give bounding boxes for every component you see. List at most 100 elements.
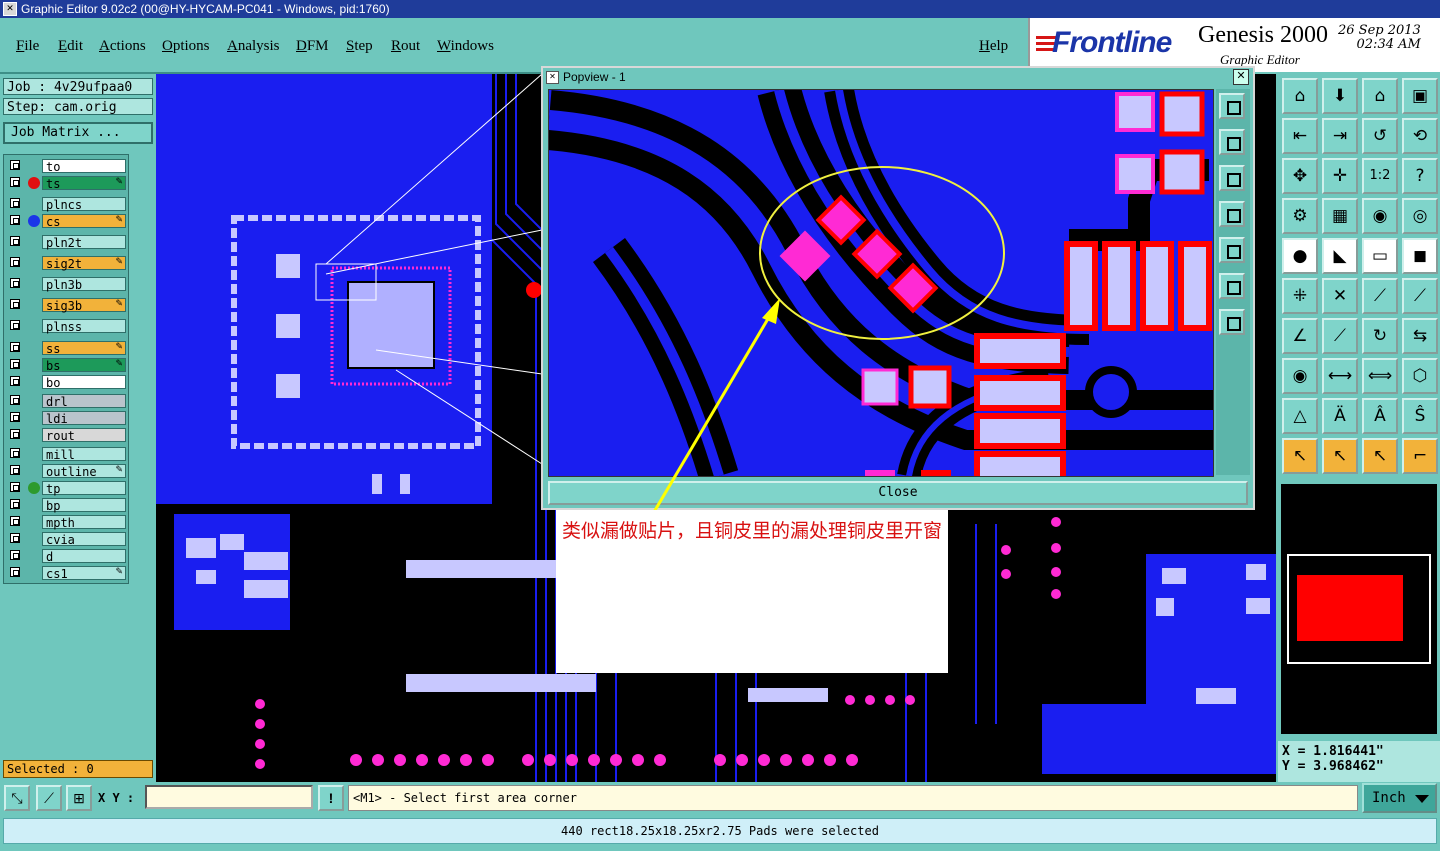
layer-name[interactable]: bp xyxy=(42,498,126,513)
layer-checkbox[interactable] xyxy=(10,299,20,309)
menu-analysis[interactable]: Analysis xyxy=(227,38,280,55)
layer-checkbox[interactable] xyxy=(10,499,20,509)
layer-name[interactable]: ss xyxy=(42,341,126,356)
layer-checkbox[interactable] xyxy=(10,198,20,208)
menu-help[interactable]: Help xyxy=(979,38,1008,55)
layer-row-bp[interactable]: bp xyxy=(8,498,126,513)
layer-row-d[interactable]: d xyxy=(8,549,126,564)
layer-checkbox[interactable] xyxy=(10,376,20,386)
layer-row-plnss[interactable]: plnss xyxy=(8,319,126,334)
route-icon[interactable]: ⌐ xyxy=(1402,438,1438,474)
layer-row-cvia[interactable]: cvia xyxy=(8,532,126,547)
layer-row-pln3b[interactable]: pln3b xyxy=(8,277,126,292)
layer-name[interactable]: plnss xyxy=(42,319,126,334)
layer-checkbox[interactable] xyxy=(10,465,20,475)
job-matrix-button[interactable]: Job Matrix ... xyxy=(3,122,153,144)
select-icon[interactable]: ↖ xyxy=(1322,438,1358,474)
popview-fit-icon[interactable] xyxy=(1219,273,1245,299)
layer-checkbox[interactable] xyxy=(10,482,20,492)
layer-checkbox[interactable] xyxy=(10,429,20,439)
measure-icon[interactable]: ⟋ xyxy=(36,785,62,811)
mirror-icon[interactable]: ⇆ xyxy=(1402,318,1438,354)
layer-row-sig3b[interactable]: sig3b ✎ xyxy=(8,298,126,313)
layer-row-tp[interactable]: tp xyxy=(8,481,126,496)
triangle-icon[interactable]: △ xyxy=(1282,398,1318,434)
popview-pan-left-icon[interactable] xyxy=(1219,201,1245,227)
transform-icon[interactable]: Ä xyxy=(1322,398,1358,434)
pointer-icon[interactable]: ↖ xyxy=(1282,438,1318,474)
layer-name[interactable]: to xyxy=(42,159,126,174)
popview-zoom-out-icon[interactable] xyxy=(1219,309,1245,335)
rotate-icon[interactable]: ↻ xyxy=(1362,318,1398,354)
layer-name[interactable]: bs xyxy=(42,358,126,373)
layer-row-outline[interactable]: outline ✎ xyxy=(8,464,126,479)
layer-checkbox[interactable] xyxy=(10,278,20,288)
layer-checkbox[interactable] xyxy=(10,160,20,170)
help-icon[interactable]: ? xyxy=(1402,158,1438,194)
pan-left-icon[interactable]: ⇤ xyxy=(1282,118,1318,154)
layer-name[interactable]: d xyxy=(42,549,126,564)
layer-row-to[interactable]: to xyxy=(8,159,126,174)
menu-dfm[interactable]: DFM xyxy=(296,38,329,55)
arc-icon[interactable]: ⟋ xyxy=(1362,278,1398,314)
menu-step[interactable]: Step xyxy=(346,38,373,55)
layer-name[interactable]: ts xyxy=(42,176,126,191)
home-icon[interactable]: ⌂ xyxy=(1282,78,1318,114)
layer-name[interactable]: bo xyxy=(42,375,126,390)
arc2-icon[interactable]: ⟋ xyxy=(1402,278,1438,314)
layer-checkbox[interactable] xyxy=(10,550,20,560)
layer-checkbox[interactable] xyxy=(10,395,20,405)
select2-icon[interactable]: ↖ xyxy=(1362,438,1398,474)
menu-file[interactable]: File xyxy=(16,38,39,55)
layer-name[interactable]: drl xyxy=(42,394,126,409)
layer-checkbox[interactable] xyxy=(10,257,20,267)
layer-checkbox[interactable] xyxy=(10,215,20,225)
surface-icon[interactable]: ◼ xyxy=(1402,238,1438,274)
layer-row-bo[interactable]: bo xyxy=(8,375,126,390)
popview-close-icon[interactable]: ✕ xyxy=(1233,69,1249,85)
layer-checkbox[interactable] xyxy=(10,533,20,543)
line-icon[interactable]: ◣ xyxy=(1322,238,1358,274)
layer-row-cs1[interactable]: cs1 ✎ xyxy=(8,566,126,581)
overview-preview[interactable] xyxy=(1281,484,1437,734)
layer-row-mpth[interactable]: mpth xyxy=(8,515,126,530)
stretch-icon[interactable]: ⟷ xyxy=(1322,358,1358,394)
popview-pan-down-icon[interactable] xyxy=(1219,165,1245,191)
alert-icon[interactable]: ! xyxy=(318,785,344,811)
layer-row-cs[interactable]: cs ✎ xyxy=(8,214,126,229)
settings-icon[interactable]: ⚙ xyxy=(1282,198,1318,234)
scale-icon[interactable]: 1:2 xyxy=(1362,158,1398,194)
popview-pan-up-icon[interactable] xyxy=(1219,129,1245,155)
fit-icon[interactable]: ✥ xyxy=(1282,158,1318,194)
layer-checkbox[interactable] xyxy=(10,236,20,246)
layer-checkbox[interactable] xyxy=(10,516,20,526)
layer-name[interactable]: rout xyxy=(42,428,126,443)
layer-name[interactable]: pln2t xyxy=(42,235,126,250)
layer-name[interactable]: outline xyxy=(42,464,126,479)
layer-name[interactable]: cvia xyxy=(42,532,126,547)
layer-row-plncs[interactable]: plncs xyxy=(8,197,126,212)
layer-row-ldi[interactable]: ldi xyxy=(8,411,126,426)
layer-name[interactable]: mill xyxy=(42,447,126,462)
grid-icon[interactable]: ▦ xyxy=(1322,198,1358,234)
layer-name[interactable]: cs1 xyxy=(42,566,126,581)
snap2-icon[interactable]: ◎ xyxy=(1402,198,1438,234)
pan-right-icon[interactable]: ⇥ xyxy=(1322,118,1358,154)
node-icon[interactable]: ⁜ xyxy=(1282,278,1318,314)
redraw-icon[interactable]: ↺ xyxy=(1362,118,1398,154)
layer-checkbox[interactable] xyxy=(10,342,20,352)
layer-name[interactable]: plncs xyxy=(42,197,126,212)
unit-selector[interactable]: Inch xyxy=(1362,783,1437,813)
popview-pan-right-icon[interactable] xyxy=(1219,237,1245,263)
layer-row-mill[interactable]: mill xyxy=(8,447,126,462)
menu-edit[interactable]: Edit xyxy=(58,38,83,55)
layer-checkbox[interactable] xyxy=(10,320,20,330)
layer-checkbox[interactable] xyxy=(10,448,20,458)
menu-windows[interactable]: Windows xyxy=(437,38,494,55)
point-icon[interactable]: ◉ xyxy=(1282,358,1318,394)
cross-icon[interactable]: ✕ xyxy=(1322,278,1358,314)
slash-icon[interactable]: ⟋ xyxy=(1322,318,1358,354)
layer-checkbox[interactable] xyxy=(10,359,20,369)
center-icon[interactable]: ✛ xyxy=(1322,158,1358,194)
pan-down-icon[interactable]: ⬇ xyxy=(1322,78,1358,114)
